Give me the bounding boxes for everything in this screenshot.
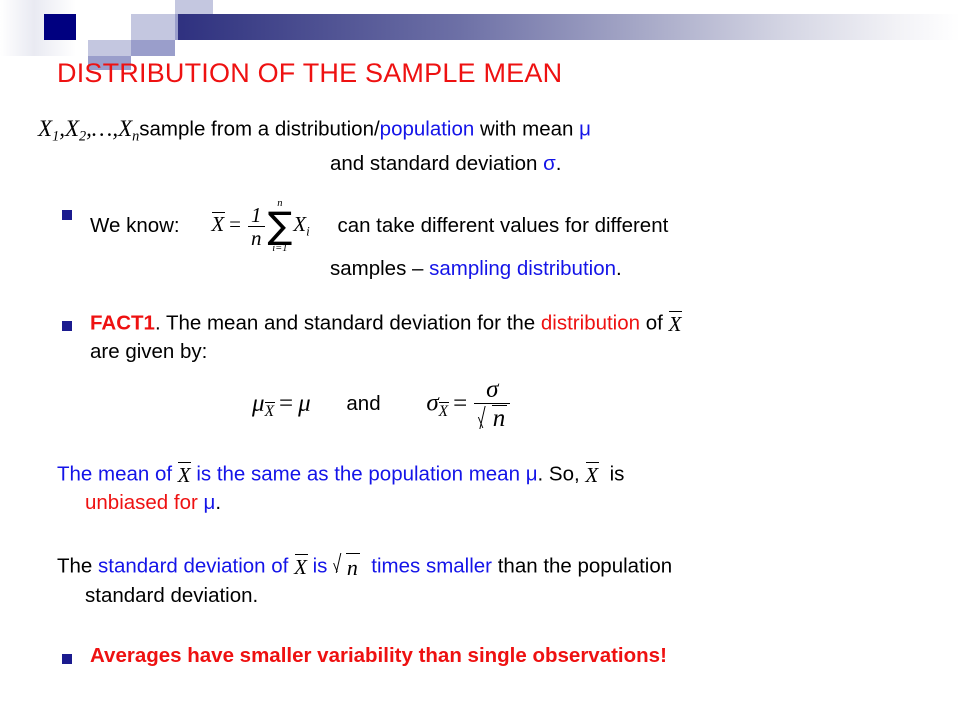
we-know-line-2: samples – sampling distribution.	[0, 256, 960, 282]
sqrt-n-notation: n	[333, 552, 360, 582]
para-sd-a: The	[57, 554, 93, 578]
para-mean-line-1: The mean of X is the same as the populat…	[0, 461, 960, 489]
xbar-formula: X = 1 n n ∑ i=1 Xi	[211, 198, 310, 254]
intro-population: population	[379, 117, 475, 141]
para-sd-d: times smaller	[371, 554, 493, 578]
formula-and-label: and	[346, 392, 381, 416]
para-sd-xbar: X	[294, 554, 308, 579]
fact1-distribution: distribution	[540, 311, 641, 335]
fact1-text-a: . The mean and standard deviation for th…	[154, 311, 536, 335]
para-mean-b: is the same as the population mean	[196, 462, 520, 486]
bullet-marker-icon	[62, 654, 72, 665]
para-mean-a: The mean of	[57, 462, 173, 486]
we-know-label: We know:	[90, 213, 180, 237]
fact1-label: FACT1	[90, 311, 155, 335]
intro-sd-text: and standard deviation	[330, 151, 538, 175]
intro-line-2: and standard deviation σ.	[0, 151, 960, 177]
para-mean-period: .	[215, 490, 222, 514]
formula-row: μX = μ and σX = σ n	[0, 376, 960, 433]
we-know-period: .	[616, 256, 622, 280]
para-sd-c: is	[312, 554, 328, 578]
header-gradient-bar	[178, 14, 960, 40]
formula-sd-of-xbar: σX = σ n	[426, 376, 512, 433]
para-mean-mu-2: μ	[203, 490, 216, 514]
final-statement: Averages have smaller variability than s…	[90, 644, 667, 668]
deco-square-light-2	[131, 14, 175, 40]
we-know-text-after: can take different values for different	[337, 213, 669, 237]
deco-square-light-3	[88, 40, 131, 56]
para-mean-mu: μ	[525, 462, 538, 486]
para-mean-d: is	[609, 462, 625, 486]
sampling-distribution-text: sampling distribution	[429, 256, 617, 280]
para-mean-xbar: X	[177, 461, 192, 487]
intro-period: .	[555, 151, 562, 175]
fact1-text-b: are given by:	[90, 340, 208, 363]
bullet-marker-icon	[62, 210, 72, 221]
bullet-final: Averages have smaller variability than s…	[0, 643, 960, 669]
intro-sigma: σ	[543, 151, 556, 175]
bullet-we-know: We know: X = 1 n n ∑ i=1 Xi can take different …	[0, 198, 960, 254]
samples-text: samples –	[330, 256, 424, 280]
deco-square-navy	[44, 14, 76, 40]
intro-mu: μ	[579, 117, 591, 141]
para-sd-line-1: The standard deviation of X is n times s…	[0, 552, 960, 582]
para-sd-f: standard deviation.	[85, 584, 259, 607]
header-decoration	[0, 0, 960, 70]
para-mean-xbar-2: X	[585, 461, 599, 487]
fact1-xbar: X	[668, 311, 682, 337]
para-sd-line-2: standard deviation.	[0, 583, 960, 609]
deco-square-mid-2	[131, 40, 175, 56]
intro-text-2: with mean	[480, 117, 574, 141]
para-mean-c: . So,	[537, 462, 580, 486]
para-mean-unbiased: unbiased for	[85, 490, 198, 514]
intro-text-1: sample from a distribution/	[139, 117, 380, 141]
intro-line-1: X1,X2,…,Xnsample from a distribution/pop…	[0, 114, 960, 146]
formula-mean-of-xbar: μX = μ	[252, 390, 311, 421]
para-sd-b: standard deviation of	[98, 554, 289, 578]
deco-square-light-1	[175, 0, 213, 14]
slide-body: X1,X2,…,Xnsample from a distribution/pop…	[0, 106, 960, 669]
para-mean-line-2: unbiased for μ.	[0, 490, 960, 516]
para-sd-e: than the population	[497, 554, 673, 578]
sample-notation: X1,X2,…,Xn	[38, 116, 140, 145]
fact1-of: of	[645, 311, 663, 335]
bullet-marker-icon	[62, 321, 72, 332]
page-title: DISTRIBUTION OF THE SAMPLE MEAN	[57, 58, 563, 88]
fact1-line-2: are given by:	[0, 339, 960, 365]
bullet-fact1: FACT1. The mean and standard deviation f…	[0, 310, 960, 338]
